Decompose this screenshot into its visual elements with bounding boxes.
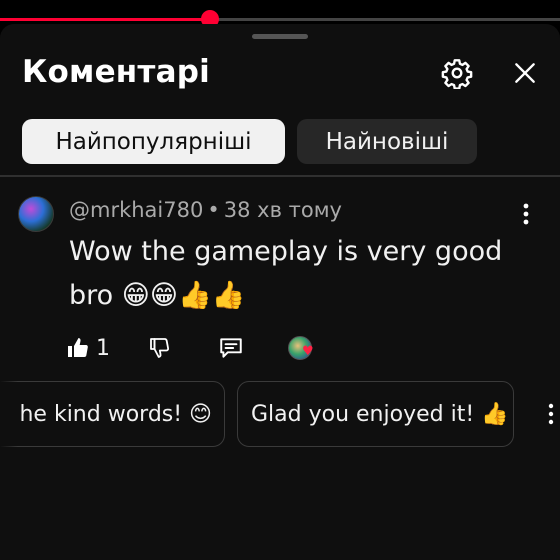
suggested-reply-chip[interactable]: he kind words! 😊 [0,381,225,447]
video-progress-fill [0,18,210,21]
close-icon [515,63,535,83]
close-button[interactable] [507,55,543,91]
heart-icon: ♥ [302,344,314,359]
video-progress-bar[interactable] [0,10,560,28]
suggested-replies: he kind words! 😊 Glad you enjoyed it! 👍 [0,381,560,451]
gear-icon [441,59,473,89]
comment-time: 38 хв тому [223,198,342,222]
more-vertical-icon [523,203,529,225]
comment-meta: @mrkhai780 • 38 хв тому [69,198,342,222]
like-button[interactable]: 1 [66,332,110,364]
thumbs-up-icon [68,338,88,357]
meta-separator: • [207,198,220,222]
drag-handle[interactable] [252,34,308,39]
tab-newest[interactable]: Найновіші [297,119,477,164]
creator-heart[interactable]: ♥ [288,332,322,364]
comment-icon [220,338,242,358]
scroll-fade [0,381,18,451]
divider [0,175,560,177]
tab-top-comments[interactable]: Найпопулярніші [22,119,285,164]
dislike-button[interactable] [148,332,172,364]
thumbs-down-icon [150,338,170,358]
suggested-reply-chip[interactable]: Glad you enjoyed it! 👍 [237,381,514,447]
comments-panel: Коментарі Найпопулярніші Найновіші @mrkh… [0,24,560,560]
panel-title: Коментарі [22,54,210,90]
suggestions-more-button[interactable] [548,403,560,427]
like-count: 1 [96,335,110,361]
reply-button[interactable] [218,332,244,364]
more-vertical-icon [548,403,554,425]
avatar[interactable] [18,196,54,232]
comment-author[interactable]: @mrkhai780 [69,198,203,222]
comment-text: Wow the gameplay is very good bro 😁😁👍👍 [69,236,503,311]
comment-menu-button[interactable] [514,200,538,228]
settings-button[interactable] [439,55,475,91]
